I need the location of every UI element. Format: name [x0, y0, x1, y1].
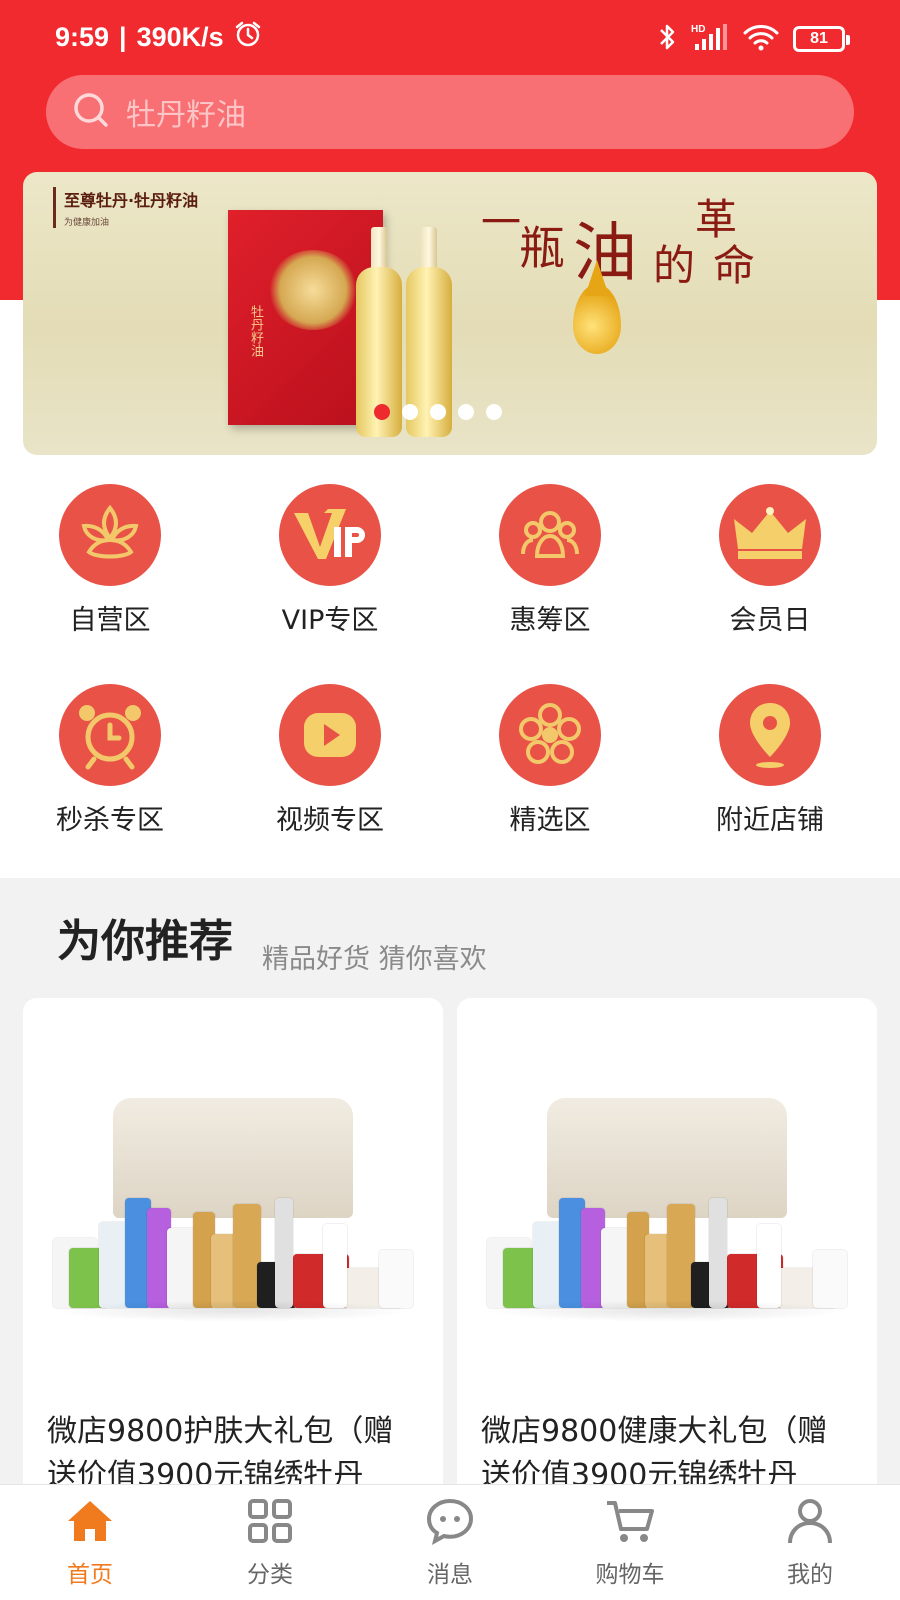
- nav-label: 购物车: [595, 1562, 665, 1588]
- search-bar[interactable]: 牡丹籽油: [46, 75, 854, 149]
- status-bar: 9:59 | 390K/s HD 81: [0, 0, 900, 72]
- location-pin-icon: [719, 684, 821, 786]
- cart-icon: [604, 1497, 656, 1549]
- category-label: 惠筹区: [509, 605, 591, 636]
- vip-icon: [279, 484, 381, 586]
- nav-label: 首页: [67, 1562, 113, 1588]
- category-label: 视频专区: [276, 805, 384, 836]
- slogan-char: 一: [481, 200, 521, 246]
- pagination-dot[interactable]: [402, 404, 418, 420]
- pagination-dot[interactable]: [458, 404, 474, 420]
- category-label: 会员日: [729, 605, 811, 636]
- status-right: HD 81: [657, 22, 850, 56]
- banner-brand-title: 至尊牡丹·牡丹籽油: [64, 191, 199, 210]
- slogan-char: 的: [653, 241, 696, 290]
- recommend-title: 为你推荐: [57, 916, 233, 967]
- status-divider: |: [119, 22, 127, 52]
- nav-item[interactable]: 购物车: [540, 1485, 720, 1600]
- nav-item[interactable]: 首页: [0, 1485, 180, 1600]
- search-icon: [72, 91, 110, 133]
- oil-drop-image: [573, 284, 621, 354]
- message-icon: [425, 1497, 475, 1549]
- flower-icon: [499, 684, 601, 786]
- network-label: HD: [691, 24, 705, 35]
- product-image: [477, 1088, 857, 1328]
- nav-label: 我的: [787, 1562, 833, 1588]
- category-label: 秒杀专区: [56, 805, 164, 836]
- category-item[interactable]: 秒杀专区: [0, 684, 220, 837]
- battery-icon: 81: [793, 26, 850, 52]
- category-item[interactable]: 附近店铺: [660, 684, 880, 837]
- alarm-clock-icon: [59, 684, 161, 786]
- status-left: 9:59 | 390K/s: [55, 20, 262, 55]
- nav-item[interactable]: 分类: [180, 1485, 360, 1600]
- gift-box-text: 牡丹籽油: [248, 305, 263, 357]
- home-icon: [65, 1497, 115, 1549]
- pagination-dot[interactable]: [430, 404, 446, 420]
- recommend-subtitle: 精品好货 猜你喜欢: [262, 944, 487, 975]
- pagination-dot[interactable]: [374, 404, 390, 420]
- wifi-icon: [743, 23, 779, 55]
- banner-brand: 至尊牡丹·牡丹籽油 为健康加油: [53, 187, 198, 228]
- product-image: [43, 1088, 423, 1328]
- bottom-navigation: 首页 分类 消息 购物车 我的: [0, 1484, 900, 1600]
- slogan-char: 瓶: [519, 221, 565, 275]
- bluetooth-icon: [657, 22, 677, 56]
- category-label: VIP专区: [281, 605, 379, 636]
- category-item[interactable]: 会员日: [660, 484, 880, 637]
- product-card[interactable]: 微店9800健康大礼包（赠送价值3900元锦绣牡丹: [457, 998, 877, 1498]
- category-item[interactable]: 自营区: [0, 484, 220, 637]
- category-item[interactable]: VIP专区: [220, 484, 440, 637]
- lotus-icon: [59, 484, 161, 586]
- signal-icon: HD: [691, 22, 729, 56]
- category-item[interactable]: 视频专区: [220, 684, 440, 837]
- peony-flower-image: [268, 250, 358, 330]
- nav-label: 分类: [247, 1562, 293, 1588]
- status-speed: 390K/s: [136, 22, 224, 52]
- alarm-icon: [234, 20, 262, 55]
- nav-label: 消息: [427, 1562, 473, 1588]
- slogan-char: 油: [573, 217, 637, 291]
- category-label: 附近店铺: [716, 805, 824, 836]
- grid-icon: [246, 1497, 294, 1549]
- nav-item[interactable]: 我的: [720, 1485, 900, 1600]
- category-label: 自营区: [69, 605, 151, 636]
- product-card[interactable]: 微店9800护肤大礼包（赠送价值3900元锦绣牡丹: [23, 998, 443, 1498]
- banner-brand-subtitle: 为健康加油: [64, 218, 110, 228]
- slogan-char: 命: [713, 241, 756, 290]
- category-item[interactable]: 精选区: [440, 684, 660, 837]
- user-icon: [785, 1497, 835, 1549]
- crown-icon: [719, 484, 821, 586]
- banner-pagination: [374, 404, 502, 420]
- search-placeholder: 牡丹籽油: [126, 98, 246, 133]
- play-icon: [279, 684, 381, 786]
- pagination-dot[interactable]: [486, 404, 502, 420]
- battery-level: 81: [810, 30, 828, 47]
- nav-item[interactable]: 消息: [360, 1485, 540, 1600]
- group-icon: [499, 484, 601, 586]
- category-item[interactable]: 惠筹区: [440, 484, 660, 637]
- status-time: 9:59: [55, 22, 110, 52]
- promo-banner[interactable]: 至尊牡丹·牡丹籽油 为健康加油 牡丹籽油 一瓶油的革命: [23, 172, 877, 455]
- category-label: 精选区: [509, 805, 591, 836]
